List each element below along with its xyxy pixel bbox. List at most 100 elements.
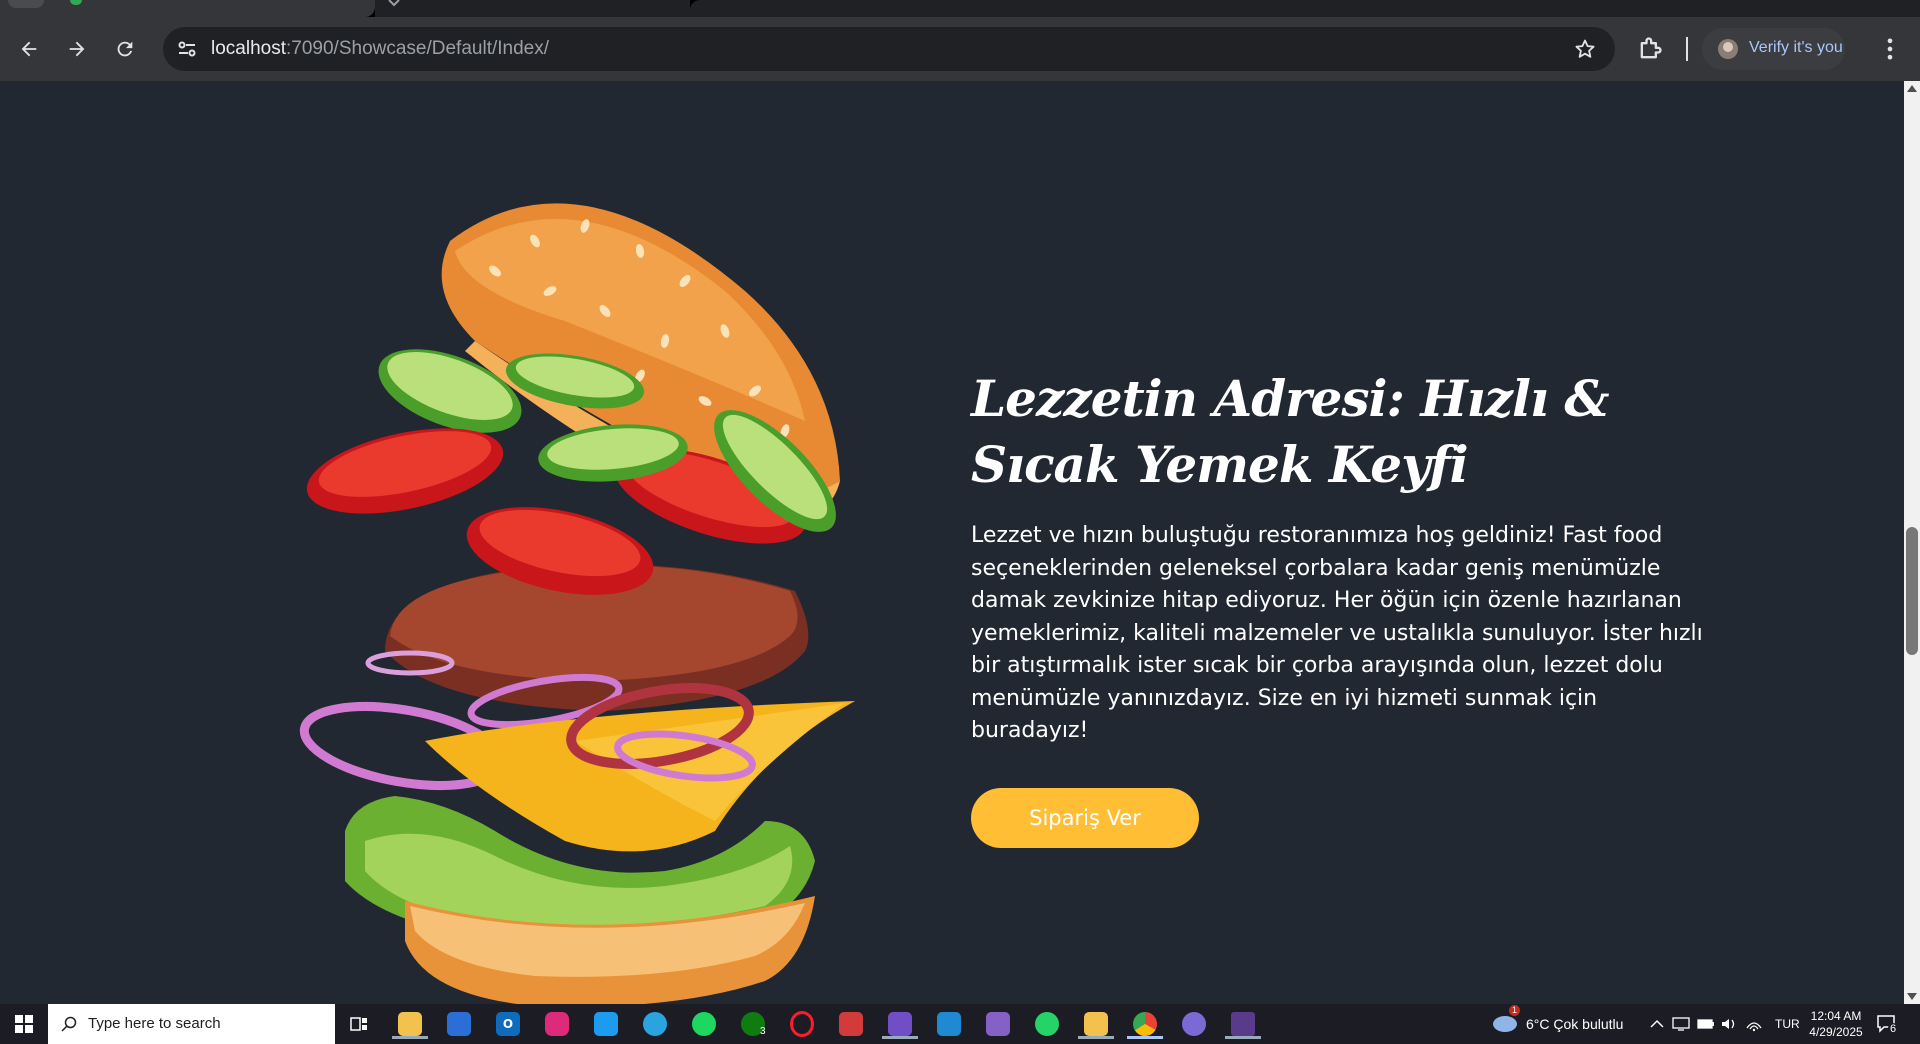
more-vert-icon[interactable] (1876, 35, 1904, 63)
scrollbar-thumb[interactable] (1906, 527, 1918, 655)
display-icon[interactable] (1672, 1016, 1690, 1032)
tab-favicon (70, 0, 82, 5)
hero-description: Lezzet ve hızın buluştuğu restoranımıza … (971, 523, 1703, 743)
notification-count: 6 (1888, 1023, 1899, 1035)
url-host: localhost (211, 38, 286, 59)
toolbar-divider (1686, 37, 1688, 61)
opera-button[interactable] (787, 1009, 817, 1039)
cloud-icon (1493, 1016, 1517, 1032)
xbox-badge: 3 (760, 1026, 766, 1037)
outlook-icon: O (496, 1012, 520, 1036)
spotify-button[interactable] (689, 1009, 719, 1039)
twitter-button[interactable] (591, 1009, 621, 1039)
running-indicator (392, 1036, 428, 1039)
running-indicator (882, 1036, 918, 1039)
red-app-button[interactable] (836, 1009, 866, 1039)
chrome-button[interactable] (1127, 1009, 1163, 1039)
tab-strip (0, 0, 1920, 17)
purple-app-button[interactable] (1179, 1009, 1209, 1039)
instagram-button[interactable] (542, 1009, 572, 1039)
chrome-icon (1133, 1012, 1157, 1036)
visual-studio-2-button[interactable] (983, 1009, 1013, 1039)
start-button[interactable] (0, 1004, 48, 1044)
clock[interactable]: 12:04 AM 4/29/2025 (1806, 1008, 1866, 1040)
back-button[interactable] (11, 31, 47, 67)
task-view-button[interactable] (344, 1009, 374, 1039)
url-text[interactable]: localhost:7090/Showcase/Default/Index/ (211, 38, 549, 60)
vs-code-button[interactable] (934, 1009, 964, 1039)
hero-title: Lezzetin Adresi: Hızlı & Sıcak Yemek Key… (971, 369, 1610, 494)
volume-icon[interactable] (1720, 1016, 1738, 1032)
taskbar-search-box[interactable]: Type here to search (48, 1004, 335, 1044)
telegram-icon (643, 1012, 667, 1036)
arrow-right-icon (69, 41, 85, 57)
outlook-button[interactable]: O (493, 1009, 523, 1039)
vertical-scrollbar[interactable] (1904, 81, 1920, 1004)
browser-tab[interactable] (375, 0, 690, 17)
terminal-icon (1231, 1012, 1255, 1036)
folder-icon (398, 1012, 422, 1036)
whatsapp-button[interactable] (1032, 1009, 1062, 1039)
forward-button[interactable] (59, 31, 95, 67)
wifi-icon[interactable] (1745, 1016, 1763, 1032)
weather-widget[interactable]: 1 (1490, 1005, 1520, 1039)
scroll-down-icon[interactable] (1907, 993, 1917, 1000)
extensions-puzzle-icon[interactable] (1636, 35, 1664, 63)
weather-text[interactable]: 6°C Çok bulutlu (1526, 1016, 1623, 1032)
app-icon (839, 1012, 863, 1036)
bookmark-star-icon[interactable] (1573, 37, 1597, 61)
url-path: :7090/Showcase/Default/Index/ (286, 38, 550, 59)
arrow-left-icon (21, 41, 37, 57)
order-button[interactable]: Sipariş Ver (971, 787, 1199, 848)
file-explorer-button[interactable] (392, 1009, 428, 1039)
windows-taskbar: Type here to search O 3 1 6°C Çok bulutl… (0, 1004, 1920, 1044)
running-indicator (1225, 1036, 1261, 1039)
tab-close-icon[interactable] (387, 0, 401, 8)
yellow-app-button[interactable] (1078, 1009, 1114, 1039)
store-icon (447, 1012, 471, 1036)
task-view-icon (350, 1017, 367, 1031)
windows-logo-icon (15, 1015, 33, 1033)
page-content: Lezzetin Adresi: Hızlı & Sıcak Yemek Key… (0, 81, 1904, 1004)
tab-group-pill[interactable] (8, 0, 44, 8)
hero-section: Lezzetin Adresi: Hızlı & Sıcak Yemek Key… (971, 366, 1731, 848)
weather-alert-badge: 1 (1509, 1005, 1520, 1016)
reload-button[interactable] (107, 31, 143, 67)
input-language[interactable]: TUR (1775, 1017, 1800, 1031)
browser-tab-active[interactable] (0, 0, 375, 17)
search-icon (61, 1016, 77, 1032)
clock-time: 12:04 AM (1810, 1009, 1862, 1023)
browser-toolbar: localhost:7090/Showcase/Default/Index/ V… (0, 17, 1920, 81)
visual-studio-icon (986, 1012, 1010, 1036)
opera-icon (790, 1011, 814, 1037)
terminal-button[interactable] (1225, 1009, 1261, 1039)
profile-label: Verify it's you (1749, 39, 1843, 56)
whatsapp-icon (1035, 1012, 1059, 1036)
browser-tab[interactable] (690, 0, 1920, 17)
notification-center-button[interactable]: 6 (1876, 1013, 1899, 1035)
search-placeholder: Type here to search (88, 1015, 221, 1032)
burger-illustration (299, 203, 855, 1004)
twitter-icon (594, 1012, 618, 1036)
running-indicator (1127, 1036, 1163, 1039)
app-icon (1182, 1012, 1206, 1036)
spotify-icon (692, 1012, 716, 1036)
instagram-icon (545, 1012, 569, 1036)
reload-icon (117, 41, 133, 57)
clock-date: 4/29/2025 (1809, 1025, 1863, 1039)
visual-studio-icon (888, 1012, 912, 1036)
address-bar[interactable]: localhost:7090/Showcase/Default/Index/ (163, 27, 1615, 71)
avatar (1718, 39, 1738, 59)
app-icon (1084, 1012, 1108, 1036)
store-button[interactable] (444, 1009, 474, 1039)
scroll-up-icon[interactable] (1907, 85, 1917, 92)
site-info-icon[interactable] (175, 37, 199, 61)
xbox-button[interactable]: 3 (738, 1009, 768, 1039)
profile-button[interactable]: Verify it's you (1702, 28, 1845, 70)
visual-studio-button[interactable] (882, 1009, 918, 1039)
running-indicator (1078, 1036, 1114, 1039)
vs-code-icon (937, 1012, 961, 1036)
battery-icon[interactable] (1697, 1016, 1715, 1032)
telegram-button[interactable] (640, 1009, 670, 1039)
chevron-up-icon[interactable] (1650, 1018, 1664, 1030)
